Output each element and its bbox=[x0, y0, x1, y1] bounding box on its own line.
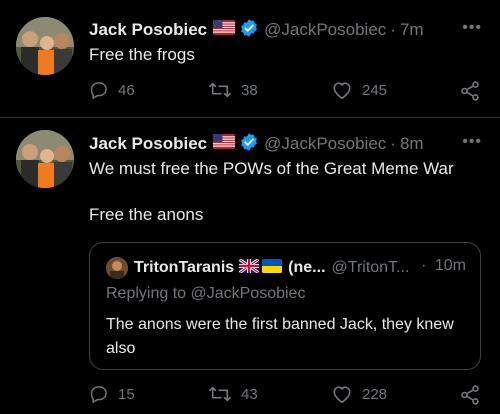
quoted-tweet-header: TritonTaranis (ne... @TritonT... bbox=[106, 257, 409, 279]
uk-flag-icon bbox=[238, 257, 261, 278]
replying-to-context[interactable]: Replying to @JackPosobiec bbox=[106, 285, 305, 303]
quoted-author-name-truncated: (ne... bbox=[288, 259, 326, 276]
quoted-author-name[interactable]: TritonTaranis bbox=[134, 259, 234, 277]
more-options-icon[interactable]: ••• bbox=[462, 133, 482, 151]
retweet-button[interactable]: 43 bbox=[208, 384, 258, 404]
us-flag-icon bbox=[213, 134, 236, 154]
reply-button[interactable]: 46 bbox=[89, 80, 135, 100]
reply-icon bbox=[90, 386, 107, 403]
retweet-icon bbox=[209, 82, 231, 98]
ukraine-flag-icon bbox=[262, 258, 283, 278]
author-handle[interactable]: @JackPosobiec bbox=[264, 20, 386, 40]
separator-dot: · bbox=[421, 257, 427, 274]
author-handle[interactable]: @JackPosobiec bbox=[264, 134, 386, 154]
like-count: 228 bbox=[362, 385, 388, 403]
author-avatar[interactable] bbox=[16, 130, 74, 188]
share-icon bbox=[461, 81, 479, 101]
quoted-tweet[interactable]: TritonTaranis (ne... @TritonT... · 10m R… bbox=[89, 242, 481, 370]
tweet-actions: 15 43 228 bbox=[89, 384, 484, 408]
verified-badge-icon bbox=[239, 18, 259, 43]
reply-count: 15 bbox=[118, 385, 135, 403]
share-icon bbox=[461, 385, 479, 405]
reply-icon bbox=[90, 82, 107, 99]
quoted-author-handle[interactable]: @TritonT... bbox=[332, 259, 410, 277]
separator-dot: · bbox=[390, 134, 396, 153]
tweet-actions: 46 38 245 bbox=[89, 80, 484, 104]
share-button[interactable] bbox=[459, 384, 481, 406]
retweet-button[interactable]: 38 bbox=[208, 80, 258, 100]
quoted-tweet-text: The anons were the first banned Jack, th… bbox=[106, 316, 454, 357]
author-avatar[interactable] bbox=[16, 17, 74, 75]
tweet-text: Free the frogs bbox=[89, 45, 195, 64]
like-button[interactable]: 228 bbox=[331, 384, 387, 404]
separator-dot: · bbox=[390, 20, 396, 39]
quoted-author-avatar[interactable] bbox=[106, 257, 128, 279]
tweet-header: Jack Posobiec @JackPosobiec · 8m bbox=[89, 132, 424, 157]
reply-button[interactable]: 15 bbox=[89, 384, 135, 404]
quoted-time: 10m bbox=[434, 257, 466, 274]
timestamp[interactable]: 7m bbox=[400, 20, 424, 40]
us-flag-icon bbox=[213, 20, 236, 40]
like-count: 245 bbox=[362, 81, 388, 99]
retweet-icon bbox=[209, 386, 231, 402]
retweet-count: 38 bbox=[241, 81, 258, 99]
timestamp[interactable]: 8m bbox=[400, 134, 424, 154]
verified-badge-icon bbox=[239, 132, 259, 157]
tweet-1[interactable]: Jack Posobiec @JackPosobiec · 7m ••• Fre… bbox=[0, 0, 500, 118]
more-options-icon[interactable]: ••• bbox=[462, 19, 482, 37]
share-button[interactable] bbox=[459, 80, 481, 102]
retweet-count: 43 bbox=[241, 385, 258, 403]
author-name[interactable]: Jack Posobiec bbox=[89, 134, 207, 154]
tweet-text-line: We must free the POWs of the Great Meme … bbox=[89, 159, 454, 178]
tweet-text-line: Free the anons bbox=[89, 205, 204, 224]
quoted-timestamp[interactable]: · 10m bbox=[421, 257, 466, 275]
author-name[interactable]: Jack Posobiec bbox=[89, 20, 207, 40]
reply-count: 46 bbox=[118, 81, 135, 99]
heart-icon bbox=[333, 386, 351, 403]
like-button[interactable]: 245 bbox=[331, 80, 387, 100]
heart-icon bbox=[333, 82, 351, 99]
tweet-header: Jack Posobiec @JackPosobiec · 7m bbox=[89, 18, 424, 43]
